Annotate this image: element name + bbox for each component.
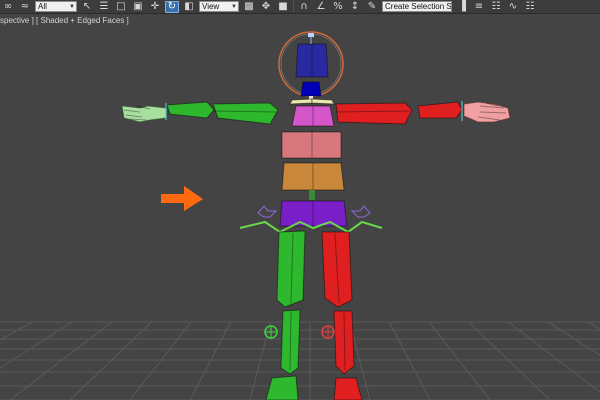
head-gizmo-handle (308, 33, 314, 37)
pivot-center-icon[interactable]: ▩ (242, 1, 256, 13)
layer-manager-icon[interactable]: ☷ (489, 1, 503, 13)
bind-space-warp-icon[interactable]: ≈ (18, 1, 32, 13)
edit-named-selection-icon[interactable]: ✎ (365, 1, 379, 13)
link-icon[interactable]: ∞ (1, 1, 15, 13)
mirror-tool-icon[interactable]: ▐ (455, 1, 469, 13)
schematic-view-icon[interactable]: ☷ (523, 1, 537, 13)
selection-filter-value: All (38, 2, 47, 11)
named-selection-value: Create Selection Se (385, 2, 452, 11)
biped-neck (300, 81, 322, 97)
biped-right-upperarm (335, 102, 413, 125)
select-by-name-icon[interactable]: ☰ (97, 1, 111, 13)
rotate-icon[interactable]: ↻ (165, 0, 179, 13)
perspective-viewport[interactable] (0, 0, 600, 400)
biped-spine-link (309, 190, 315, 200)
viewport-label: spective ] [ Shaded + Edged Faces ] (0, 16, 129, 28)
percent-snap-icon[interactable]: % (331, 1, 345, 13)
reference-coordinate-dropdown[interactable]: View ▼ (199, 1, 239, 12)
window-crossing-icon[interactable]: ▣ (131, 1, 145, 13)
selection-filter-dropdown[interactable]: All ▼ (35, 1, 77, 12)
scale-icon[interactable]: ◧ (182, 1, 196, 13)
select-manipulate-icon[interactable]: ✥ (259, 1, 273, 13)
toolbar-separator (293, 1, 294, 12)
biped-right-clavicle (311, 98, 335, 105)
viewport-label-suffix: ] (124, 16, 129, 25)
angle-snap-icon[interactable]: ∠ (314, 1, 328, 13)
reference-coordinate-value: View (202, 2, 220, 11)
keyboard-shortcut-icon[interactable]: ■ (276, 1, 290, 13)
curve-editor-icon[interactable]: ∿ (506, 1, 520, 13)
move-icon[interactable]: ✛ (148, 1, 162, 13)
biped-left-clavicle (289, 98, 313, 105)
main-toolbar: ∞ ≈ All ▼ ↖ ☰ □ ▣ ✛ ↻ ◧ View ▼ ▩ ✥ ■ ∩ ∠ %… (0, 0, 600, 14)
spinner-snap-icon[interactable]: ↕ (348, 1, 362, 13)
viewport-shading-mode[interactable]: Shaded + Edged Faces (40, 16, 124, 25)
viewport-label-separator: ] [ (29, 16, 41, 25)
select-icon[interactable]: ↖ (80, 1, 94, 13)
viewport-view-name[interactable]: spective (0, 16, 29, 25)
named-selection-sets-dropdown[interactable]: Create Selection Se▼ (382, 1, 452, 12)
snap-3d-icon[interactable]: ∩ (297, 1, 311, 13)
align-icon[interactable]: ≡ (472, 1, 486, 13)
rectangular-region-icon[interactable]: □ (114, 1, 128, 13)
chevron-down-icon: ▼ (231, 3, 237, 10)
chevron-down-icon: ▼ (69, 3, 75, 10)
